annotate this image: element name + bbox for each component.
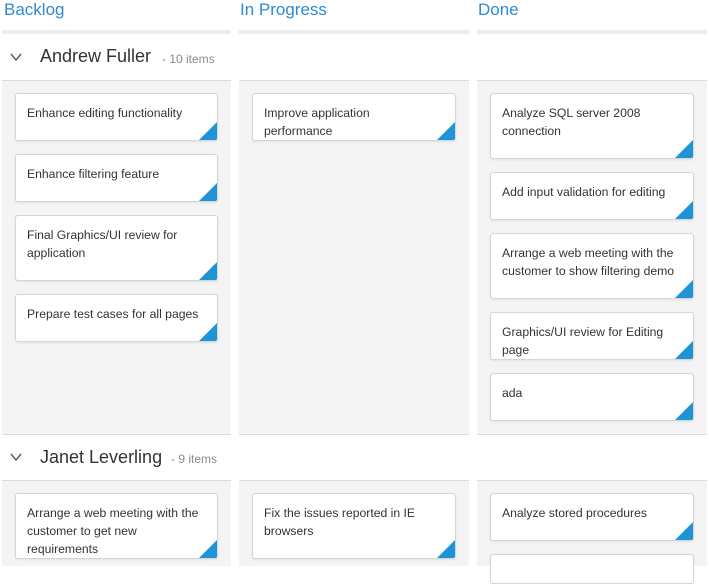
kanban-card[interactable]: Graphics/UI review for Editing page (490, 312, 694, 360)
kanban-card[interactable] (490, 554, 694, 584)
card-priority-triangle (437, 540, 455, 558)
card-summary: Arrange a web meeting with the customer … (27, 506, 199, 556)
swimlane-header-janet-leverling: Janet Leverling - 9 items (0, 435, 709, 481)
card-priority-triangle (199, 122, 217, 140)
kanban-card[interactable]: Final Graphics/UI review for application (15, 215, 218, 281)
kanban-card[interactable]: Add input validation for editing (490, 172, 694, 220)
kanban-card[interactable]: Enhance editing functionality (15, 93, 218, 141)
kanban-card[interactable]: Analyze stored procedures (490, 493, 694, 541)
card-summary: Enhance filtering feature (27, 167, 160, 181)
card-summary: Enhance editing functionality (27, 106, 183, 120)
card-summary: ada (502, 386, 523, 400)
kanban-card[interactable]: Improve application performance (252, 93, 456, 141)
card-priority-triangle (199, 323, 217, 341)
kanban-card[interactable]: Enhance filtering feature (15, 154, 218, 202)
column-header-done: Done (478, 0, 519, 19)
chevron-down-icon[interactable] (10, 451, 22, 463)
card-summary: Final Graphics/UI review for application (27, 228, 178, 260)
swimlane-item-count: - 10 items (162, 52, 215, 66)
card-summary: Graphics/UI review for Editing page (502, 325, 664, 357)
kanban-card[interactable]: ada (490, 373, 694, 421)
card-summary: Fix the issues reported in IE browsers (264, 506, 416, 538)
card-priority-triangle (199, 540, 217, 558)
kanban-card[interactable]: Prepare test cases for all pages (15, 294, 218, 342)
card-priority-triangle (675, 201, 693, 219)
card-priority-triangle (437, 122, 455, 140)
card-priority-triangle (675, 402, 693, 420)
card-priority-triangle (675, 522, 693, 540)
swimlane-header-andrew-fuller: Andrew Fuller - 10 items (0, 34, 709, 80)
card-priority-triangle (675, 280, 693, 298)
swimlane-item-count: - 9 items (171, 452, 218, 466)
card-summary: Improve application performance (264, 106, 370, 138)
card-summary: Prepare test cases for all pages (27, 307, 199, 321)
card-priority-triangle (199, 262, 217, 280)
column-header-in-progress: In Progress (240, 0, 327, 19)
kanban-card[interactable]: Arrange a web meeting with the customer … (15, 493, 218, 559)
kanban-card[interactable]: Analyze SQL server 2008 connection (490, 93, 694, 159)
card-priority-triangle (199, 183, 217, 201)
chevron-down-icon[interactable] (10, 51, 22, 63)
card-priority-triangle (675, 341, 693, 359)
kanban-card[interactable]: Arrange a web meeting with the customer … (490, 233, 694, 299)
swimlane-title: Andrew Fuller (40, 46, 152, 66)
swimlane-title: Janet Leverling (40, 447, 163, 467)
kanban-card[interactable]: Fix the issues reported in IE browsers (252, 493, 456, 559)
card-summary: Arrange a web meeting with the customer … (502, 246, 675, 278)
card-summary: Analyze stored procedures (502, 506, 647, 520)
card-summary: Analyze SQL server 2008 connection (502, 106, 641, 138)
card-priority-triangle (675, 140, 693, 158)
card-summary: Add input validation for editing (502, 185, 666, 199)
column-header-backlog: Backlog (4, 0, 65, 19)
